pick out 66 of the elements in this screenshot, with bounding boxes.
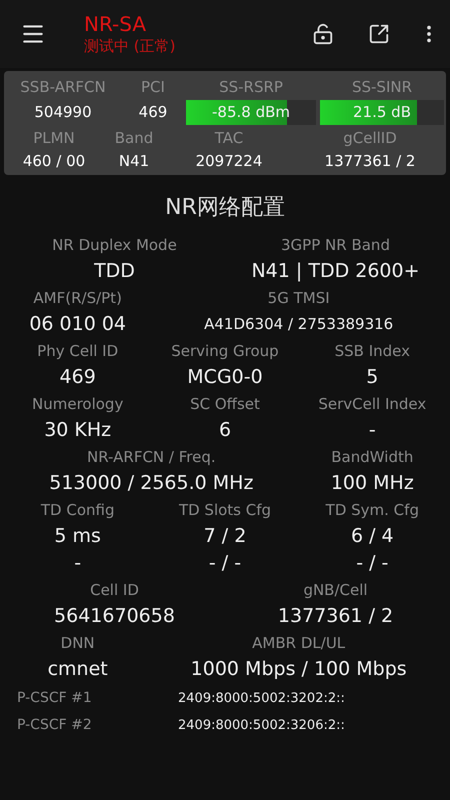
- field-value: 100 MHz: [330, 471, 414, 496]
- field-value: cmnet: [48, 657, 108, 682]
- field-value: -: [368, 418, 376, 443]
- status-subtitle: 测试中 (正常): [84, 37, 176, 56]
- field-value: 513000 / 2565.0 MHz: [49, 471, 254, 496]
- field-label: TD Slots Cfg: [178, 500, 272, 521]
- field-value: 5641670658: [54, 604, 175, 629]
- summary-label: SS-RSRP: [218, 77, 284, 98]
- summary-value: 460 / 00: [22, 151, 86, 172]
- field-label: AMBR DL/UL: [252, 633, 346, 654]
- field-label: BandWidth: [331, 447, 414, 468]
- field-label: Cell ID: [90, 580, 139, 601]
- field-label: Serving Group: [171, 341, 279, 362]
- summary-label: Band: [114, 128, 154, 149]
- summary-label: SSB-ARFCN: [19, 77, 107, 98]
- summary-label: TAC: [214, 128, 244, 149]
- summary-value: 504990: [33, 102, 93, 123]
- field-label: TD Sym. Cfg: [326, 500, 419, 521]
- field-value: 06 010 04: [29, 312, 126, 337]
- field-label: Phy Cell ID: [37, 341, 118, 362]
- field-label: P-CSCF #2: [16, 716, 93, 735]
- field-label: NR Duplex Mode: [52, 235, 177, 256]
- field-label: DNN: [60, 633, 95, 654]
- meter-reading: 21.5 dB: [352, 102, 412, 124]
- field-value: N41 | TDD 2600+: [251, 259, 420, 284]
- field-value: MCG0-0: [187, 365, 263, 390]
- summary-label: PLMN: [32, 128, 76, 149]
- field-value: 5: [366, 365, 378, 390]
- field-value: 1000 Mbps / 100 Mbps: [190, 657, 407, 682]
- summary-label: gCellID: [342, 128, 398, 149]
- field-label: AMF(R/S/Pt): [33, 288, 122, 309]
- summary-value: 2097224: [194, 151, 264, 172]
- summary-value: 469: [138, 102, 168, 123]
- field-label: ServCell Index: [318, 394, 426, 415]
- field-value: 5 ms: [54, 524, 101, 549]
- field-value: A41D6304 / 2753389316: [204, 314, 394, 335]
- field-value: 2409:8000:5002:3206:2::: [178, 716, 345, 735]
- field-label: P-CSCF #1: [16, 689, 93, 708]
- field-value: 7 / 2: [204, 524, 246, 549]
- field-value: -: [74, 551, 82, 576]
- field-label: 3GPP NR Band: [281, 235, 390, 256]
- field-label: TD Config: [40, 500, 114, 521]
- field-value: - / -: [356, 551, 388, 576]
- summary-label: PCI: [140, 77, 166, 98]
- field-value: 30 KHz: [44, 418, 112, 443]
- field-label: Numerology: [32, 394, 124, 415]
- meter-reading: -85.8 dBm: [210, 102, 291, 124]
- field-value: TDD: [94, 259, 135, 284]
- field-label: SC Offset: [190, 394, 260, 415]
- field-value: - / -: [208, 551, 242, 576]
- field-label: SSB Index: [334, 341, 410, 362]
- summary-value: 1377361 / 2: [324, 151, 416, 172]
- unlocked-padlock-icon[interactable]: [312, 23, 334, 45]
- external-link-icon[interactable]: [368, 23, 390, 45]
- mode-title: NR-SA: [84, 12, 148, 38]
- field-value: 6: [218, 418, 232, 443]
- field-label: NR-ARFCN / Freq.: [87, 447, 216, 468]
- field-value: 2409:8000:5002:3202:2::: [178, 690, 345, 708]
- field-value: 6 / 4: [350, 524, 394, 549]
- field-value: 469: [60, 365, 96, 390]
- summary-value: N41: [118, 151, 150, 172]
- field-label: 5G TMSI: [268, 288, 330, 309]
- section-title: NR网络配置: [165, 194, 285, 222]
- field-label: gNB/Cell: [303, 580, 368, 601]
- summary-label: SS-SINR: [350, 77, 414, 98]
- field-value: 1377361 / 2: [278, 604, 394, 629]
